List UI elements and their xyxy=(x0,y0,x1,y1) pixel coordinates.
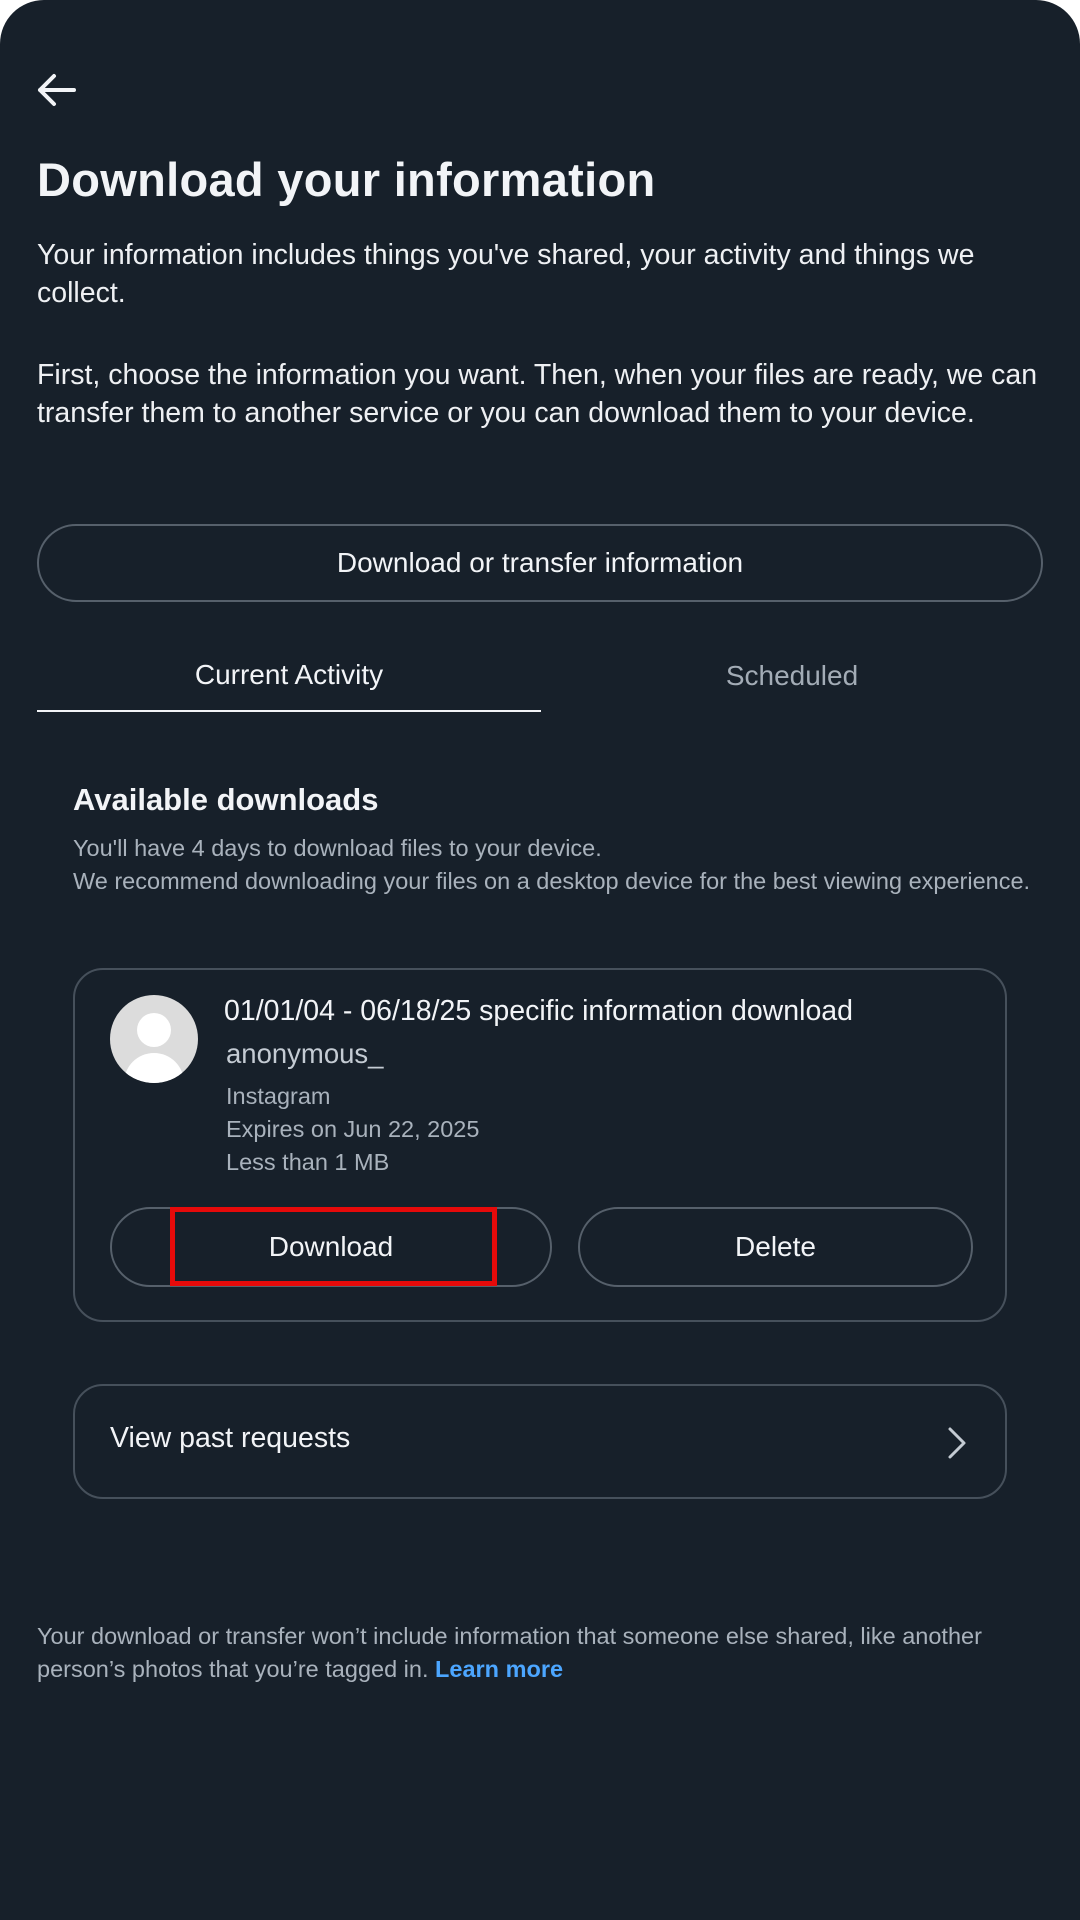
download-item-size: Less than 1 MB xyxy=(226,1149,390,1175)
intro-paragraph-2: First, choose the information you want. … xyxy=(37,359,1038,429)
desktop-recommendation-note: We recommend downloading your files on a… xyxy=(73,868,1031,894)
download-item-expiry: Expires on Jun 22, 2025 xyxy=(226,1116,480,1142)
available-downloads-title: Available downloads xyxy=(73,782,379,817)
download-or-transfer-button[interactable]: Download or transfer information xyxy=(37,524,1043,602)
view-past-requests-row[interactable]: View past requests xyxy=(73,1384,1007,1499)
chevron-right-icon xyxy=(948,1427,966,1459)
download-window-note: You'll have 4 days to download files to … xyxy=(73,835,602,861)
screen: Download your information Your informati… xyxy=(0,0,1080,1920)
download-item-title: 01/01/04 - 06/18/25 specific information… xyxy=(224,995,853,1027)
page-title: Download your information xyxy=(37,153,656,206)
delete-button[interactable]: Delete xyxy=(578,1207,973,1287)
view-past-requests-label: View past requests xyxy=(110,1422,351,1454)
back-button[interactable] xyxy=(34,70,80,110)
footer-disclaimer: Your download or transfer won’t include … xyxy=(37,1620,1037,1686)
download-item-username: anonymous_ xyxy=(226,1038,384,1069)
learn-more-link[interactable]: Learn more xyxy=(435,1656,563,1682)
arrow-left-icon xyxy=(38,74,76,106)
download-button[interactable]: Download xyxy=(110,1207,552,1287)
intro-paragraph-1: Your information includes things you've … xyxy=(37,239,975,309)
download-item-card: 01/01/04 - 06/18/25 specific information… xyxy=(73,968,1007,1322)
default-avatar-icon xyxy=(110,995,198,1083)
download-item-source: Instagram xyxy=(226,1083,331,1109)
tab-current-activity[interactable]: Current Activity xyxy=(37,640,541,712)
tab-scheduled[interactable]: Scheduled xyxy=(540,640,1044,712)
